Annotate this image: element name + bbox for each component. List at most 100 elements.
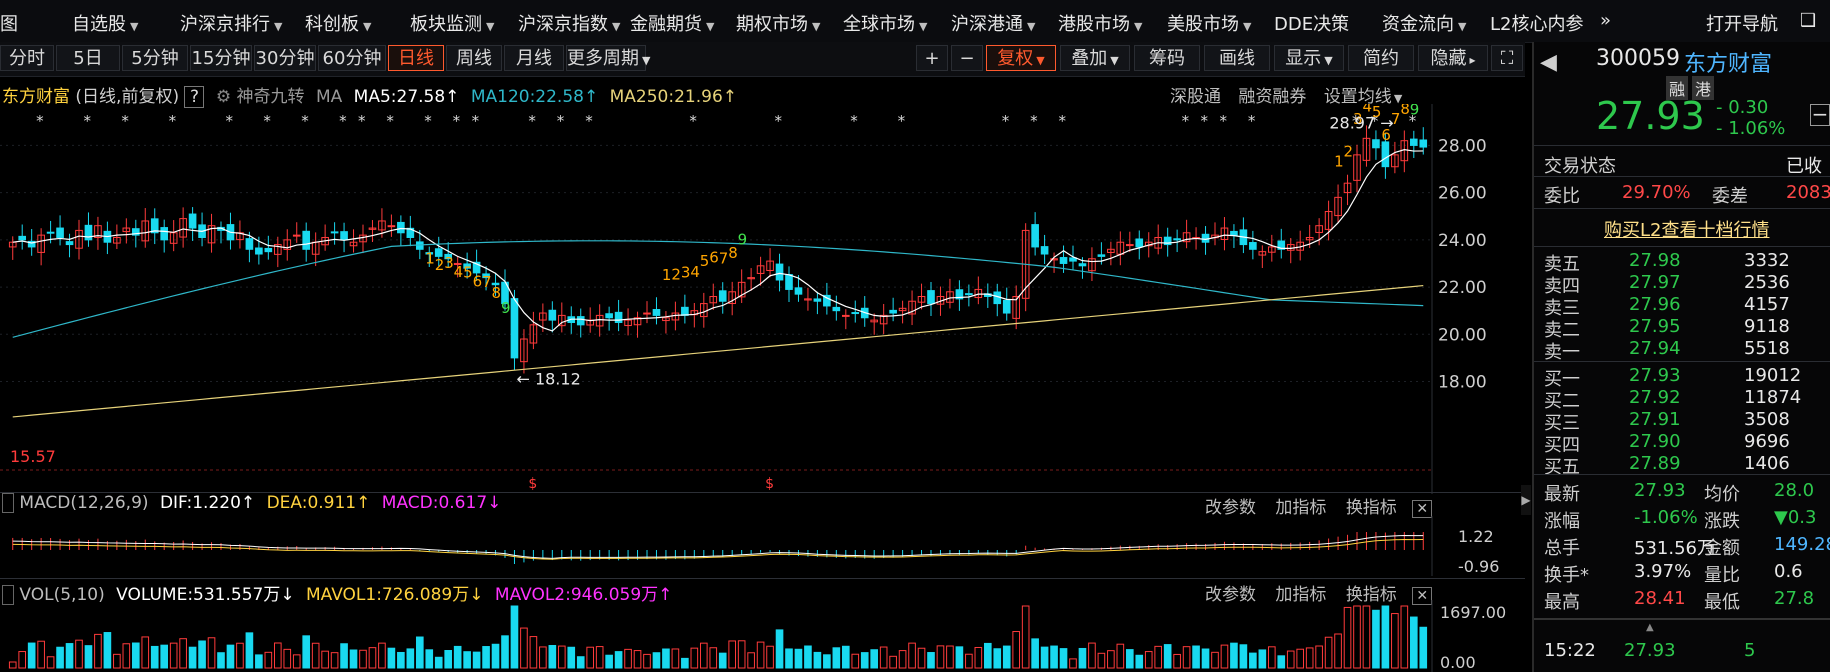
period-tab-0[interactable]: 分时 bbox=[0, 45, 54, 71]
period-tab-1[interactable]: 5日 bbox=[56, 45, 120, 71]
expand-icon[interactable]: ⛶ bbox=[1491, 45, 1523, 71]
display-button[interactable]: 显示 ▼ bbox=[1274, 45, 1344, 71]
volume-bar bbox=[633, 650, 642, 669]
volume-bar bbox=[1239, 644, 1248, 669]
nav-item-7[interactable]: 期权市场 ▼ bbox=[736, 10, 820, 36]
chips-button[interactable]: 筹码 bbox=[1134, 45, 1200, 71]
signal-marker: * bbox=[775, 112, 783, 130]
volume-bar bbox=[1324, 636, 1333, 669]
period-tab-5[interactable]: 60分钟 bbox=[318, 45, 386, 71]
divider bbox=[1534, 474, 1830, 475]
volume-bar bbox=[605, 654, 613, 669]
volume-bar bbox=[8, 661, 17, 669]
quote.asks-price: 27.95 bbox=[1629, 316, 1681, 337]
quote.bids-price: 27.92 bbox=[1629, 387, 1681, 408]
volume-bar bbox=[681, 657, 689, 669]
nav-item-label: 金融期货 bbox=[630, 14, 702, 35]
quote.asks-volume: 4157 bbox=[1744, 294, 1790, 315]
nav-item-14[interactable]: L2核心内参 bbox=[1490, 10, 1583, 36]
overlay-button[interactable]: 叠加 ▼ bbox=[1060, 45, 1130, 71]
l2-purchase-link[interactable]: 购买L2查看十档行情 bbox=[1604, 216, 1769, 242]
candle-body bbox=[387, 225, 396, 228]
zoom-in-button[interactable]: + bbox=[916, 45, 948, 71]
arrow-right-icon: ▸ bbox=[1469, 53, 1476, 67]
nav-item-8[interactable]: 全球市场 ▼ bbox=[843, 10, 927, 36]
candle-body bbox=[1381, 141, 1390, 168]
side-panel-toggle[interactable]: ▶ bbox=[1521, 485, 1531, 515]
volume-bar bbox=[1002, 645, 1011, 669]
vol-tick: 1697.00 bbox=[1440, 603, 1506, 622]
period-tab-7[interactable]: 周线 bbox=[446, 45, 502, 71]
minus-icon[interactable]: − bbox=[1810, 104, 1830, 126]
macd-name[interactable]: MACD(12,26,9) bbox=[19, 493, 148, 513]
hide-button[interactable]: 隐藏 ▸ bbox=[1418, 45, 1488, 71]
period-tab-2[interactable]: 5分钟 bbox=[122, 45, 188, 71]
more-icon[interactable]: » bbox=[1600, 10, 1611, 31]
volume-bar bbox=[718, 652, 727, 669]
volume-bar bbox=[841, 645, 850, 669]
period-tab-9[interactable]: 更多周期 ▼ bbox=[566, 45, 650, 71]
price-tick: 28.00 bbox=[1438, 136, 1487, 156]
volume-bar bbox=[832, 647, 841, 669]
period-tab-label: 15分钟 bbox=[191, 48, 251, 69]
volume-bar bbox=[1391, 613, 1399, 669]
volume-bar bbox=[150, 645, 159, 669]
collapse-icon[interactable]: ▲ bbox=[1646, 622, 1654, 633]
candle-body bbox=[1078, 263, 1087, 267]
td-count-label: 2 bbox=[671, 265, 681, 283]
period-tab-8[interactable]: 月线 bbox=[504, 45, 564, 71]
nav-item-5[interactable]: 沪深京指数 ▼ bbox=[518, 10, 620, 36]
simple-button[interactable]: 简约 bbox=[1348, 45, 1414, 71]
quote.bids-volume: 3508 bbox=[1744, 409, 1790, 430]
back-icon[interactable]: ◀ bbox=[1540, 50, 1557, 75]
period-tab-4[interactable]: 30分钟 bbox=[254, 45, 316, 71]
macd-swap-link[interactable]: 换指标 bbox=[1346, 498, 1397, 518]
volume-bar bbox=[1182, 646, 1191, 669]
zoom-out-button[interactable]: − bbox=[951, 45, 983, 71]
nav-item-4[interactable]: 板块监测 ▼ bbox=[410, 10, 494, 36]
stock-name[interactable]: 东方财富 bbox=[1684, 46, 1772, 78]
nav-item-2[interactable]: 沪深京排行 ▼ bbox=[180, 10, 282, 36]
macd-add-link[interactable]: 加指标 bbox=[1275, 498, 1326, 518]
volume-bar bbox=[756, 641, 765, 669]
macd-chart[interactable]: 1.22 -0.96 bbox=[0, 516, 1525, 576]
ma5-line bbox=[12, 149, 1424, 332]
candle-body bbox=[1419, 139, 1428, 148]
macd-params-link[interactable]: 改参数 bbox=[1205, 498, 1256, 518]
nav-item-3[interactable]: 科创板 ▼ bbox=[305, 10, 371, 36]
nav-item-0[interactable]: 图 bbox=[0, 10, 18, 36]
chevron-down-icon: ▼ bbox=[1110, 54, 1119, 67]
open-nav-button[interactable]: 打开导航 bbox=[1706, 10, 1778, 36]
nav-item-6[interactable]: 金融期货 ▼ bbox=[630, 10, 714, 36]
chevron-down-icon: ▼ bbox=[274, 20, 283, 33]
volume-bar bbox=[311, 642, 320, 669]
period-tab-3[interactable]: 15分钟 bbox=[190, 45, 252, 71]
nav-item-9[interactable]: 沪深港通 ▼ bbox=[951, 10, 1035, 36]
period-tab-6[interactable]: 日线 bbox=[388, 45, 444, 71]
volume-bar bbox=[785, 648, 793, 669]
nav-item-12[interactable]: DDE决策 bbox=[1274, 10, 1349, 36]
volume-bar bbox=[378, 642, 386, 669]
td-count-label: 6 bbox=[473, 272, 483, 290]
volume-bar bbox=[292, 654, 301, 669]
nav-item-13[interactable]: 资金流向 ▼ bbox=[1382, 10, 1466, 36]
candle-body bbox=[1230, 230, 1238, 236]
volume-bar bbox=[302, 635, 311, 669]
volume-bar bbox=[1116, 643, 1125, 669]
kline-chart[interactable]: 28.00 26.00 24.00 22.00 20.00 18.00 * * * * * * * * * *… bbox=[0, 104, 1525, 494]
restore-rights-button[interactable]: 复权 ▼ bbox=[986, 45, 1056, 71]
draw-line-button[interactable]: 画线 bbox=[1204, 45, 1270, 71]
nav-item-10[interactable]: 港股市场 ▼ bbox=[1058, 10, 1142, 36]
td-count-label: 3 bbox=[681, 264, 691, 282]
nav-item-1[interactable]: 自选股 ▼ bbox=[72, 10, 138, 36]
stat-label: 最低 bbox=[1704, 592, 1740, 613]
layout-icon[interactable]: ❑ bbox=[1800, 10, 1816, 31]
volume-bar bbox=[1144, 651, 1153, 669]
nav-item-11[interactable]: 美股市场 ▼ bbox=[1167, 10, 1251, 36]
signal-marker: * bbox=[1201, 112, 1209, 130]
volume-bar bbox=[879, 646, 888, 669]
volume-bar bbox=[870, 649, 879, 669]
volume-bar bbox=[273, 642, 282, 669]
volume-chart[interactable]: 1697.00 0.00 bbox=[0, 600, 1525, 672]
panel-handle-icon[interactable] bbox=[2, 493, 14, 513]
